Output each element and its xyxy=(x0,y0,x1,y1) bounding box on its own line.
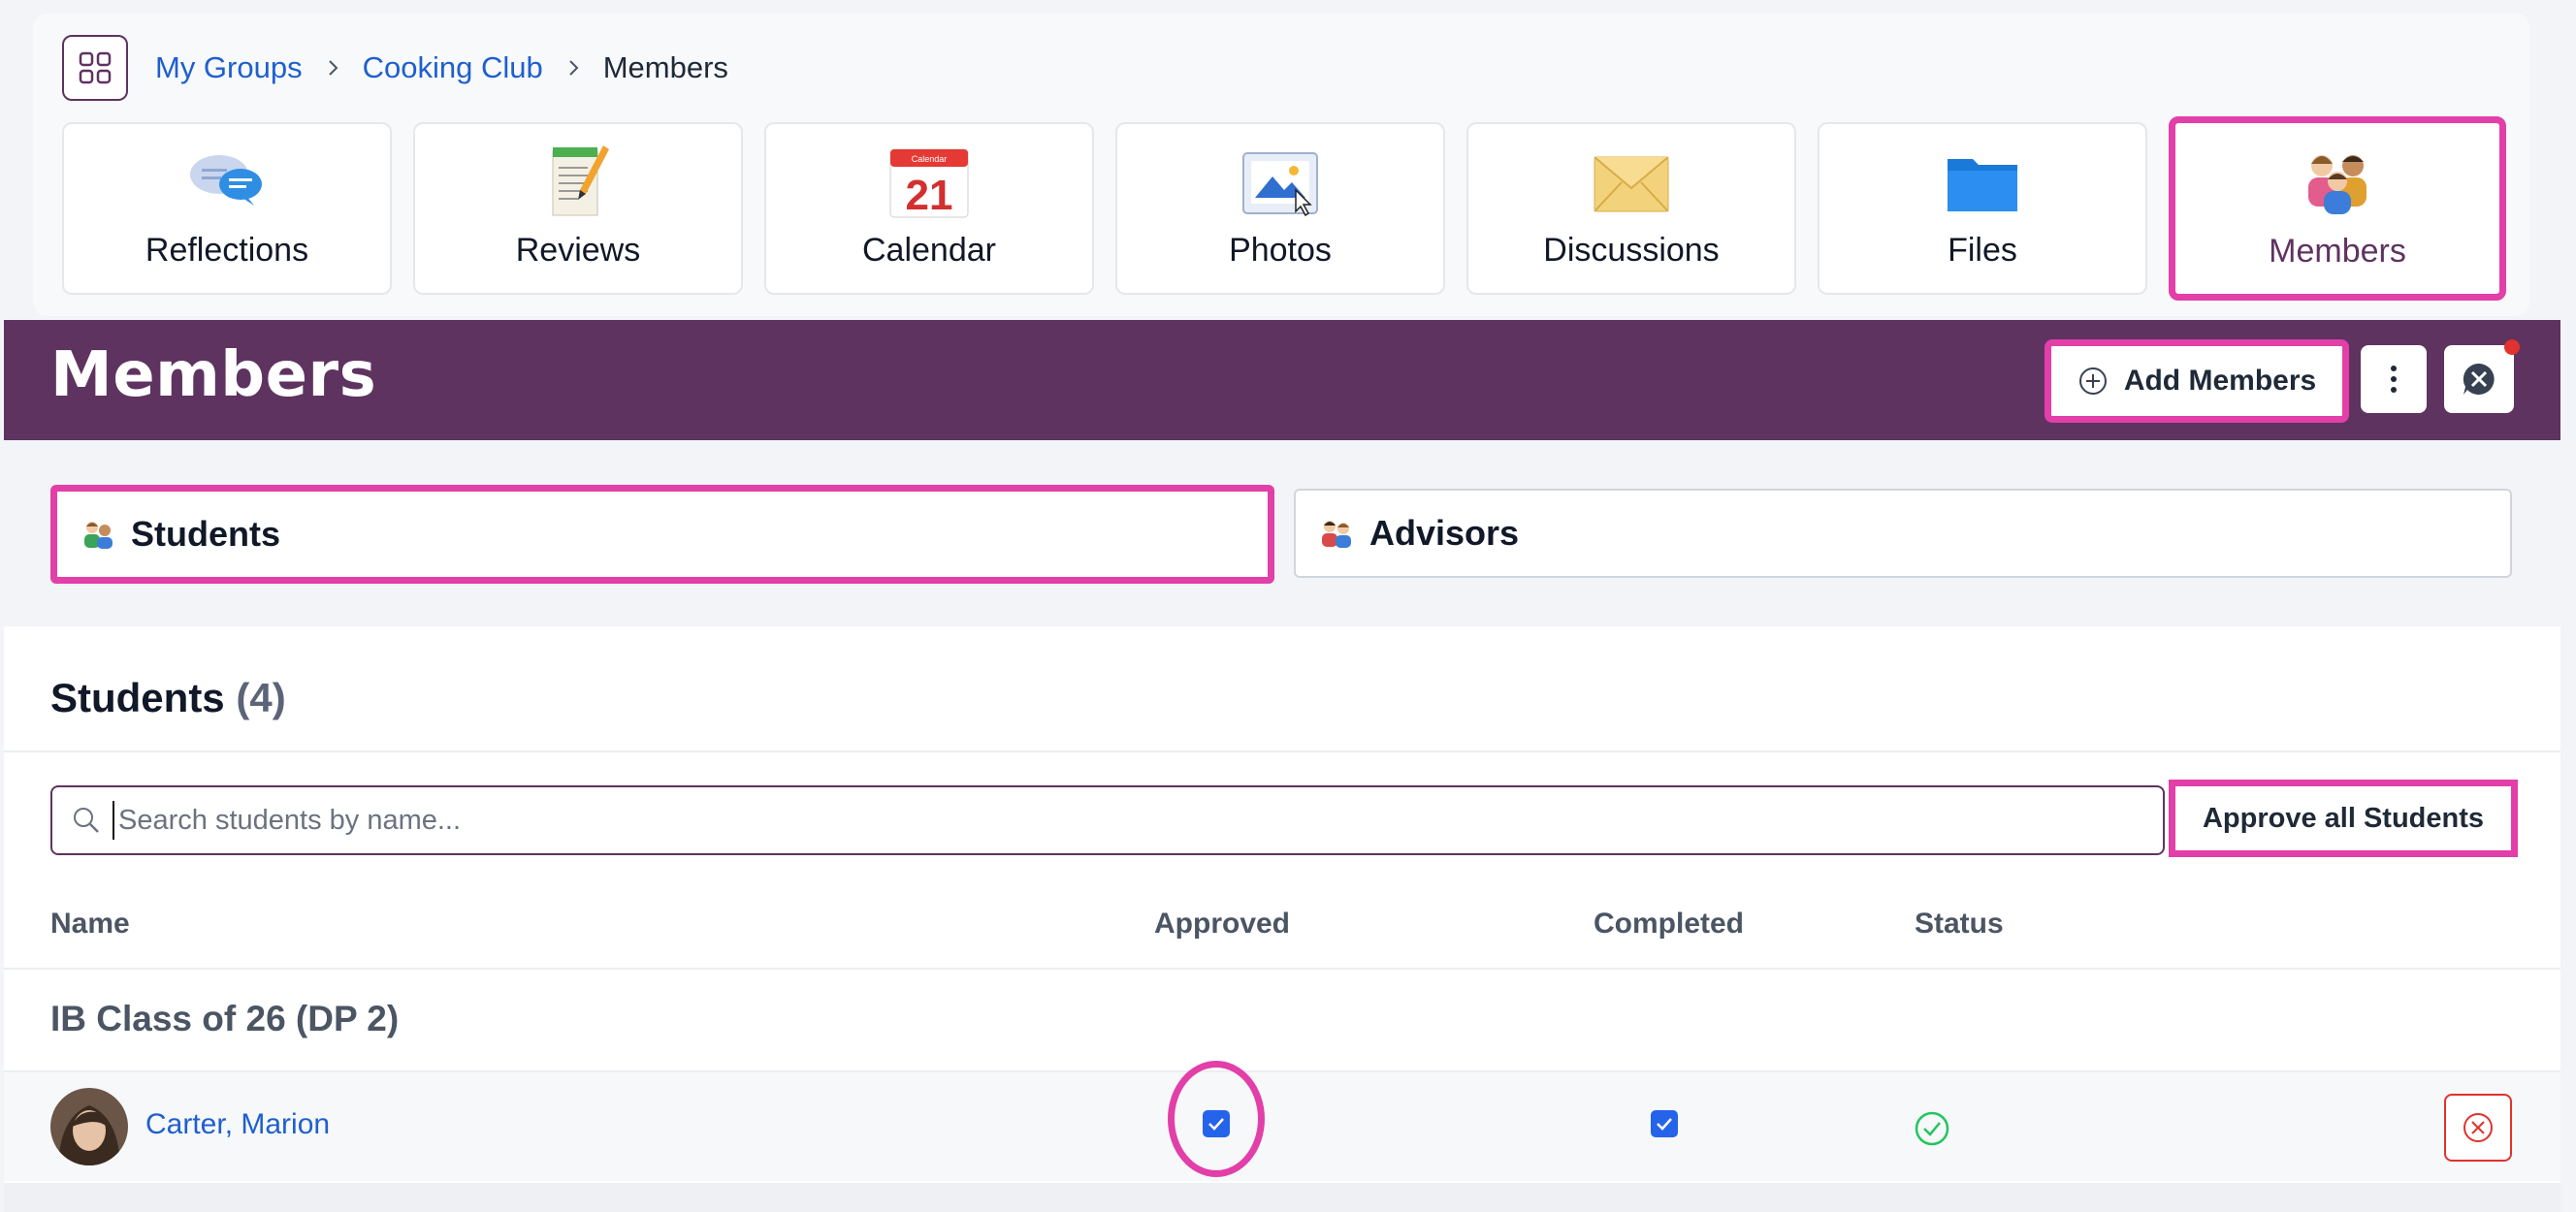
tool-label: Discussions xyxy=(1543,232,1720,269)
column-header-completed: Completed xyxy=(1594,908,1745,940)
tool-label: Reviews xyxy=(515,232,641,269)
checkmark-icon xyxy=(1657,1118,1672,1131)
breadcrumb-link-cooking-club[interactable]: Cooking Club xyxy=(363,50,543,85)
page-title: Members xyxy=(50,339,377,411)
tab-advisors[interactable]: Advisors xyxy=(1294,489,2512,578)
breadcrumb-link-my-groups[interactable]: My Groups xyxy=(155,50,303,85)
tool-label: Reflections xyxy=(145,232,309,269)
column-header-status: Status xyxy=(1915,908,2004,940)
tool-label: Photos xyxy=(1229,232,1332,269)
tab-advisors-label: Advisors xyxy=(1369,513,1520,553)
student-count: (4) xyxy=(236,675,286,720)
breadcrumb: My Groups Cooking Club Members xyxy=(155,47,728,89)
apps-grid-button[interactable] xyxy=(62,35,128,101)
tool-tile-reviews[interactable]: Reviews xyxy=(413,122,743,295)
add-members-button[interactable]: Add Members xyxy=(2045,339,2349,423)
tool-tile-reflections[interactable]: Reflections xyxy=(62,122,392,295)
envelope-icon xyxy=(1594,156,1669,212)
tool-tile-photos[interactable]: Photos xyxy=(1115,122,1445,295)
column-header-approved: Approved xyxy=(1154,908,1291,940)
table-row xyxy=(4,1072,2560,1181)
section-title-text: Students xyxy=(50,675,225,720)
tool-tile-members[interactable]: Members xyxy=(2169,116,2506,301)
tool-tile-files[interactable]: Files xyxy=(1818,122,2147,295)
grid-icon xyxy=(79,51,112,84)
students-icon xyxy=(84,522,113,549)
people-group-icon xyxy=(2308,155,2367,214)
divider xyxy=(4,968,2560,970)
speech-bubbles-icon xyxy=(190,155,262,206)
notepad-pencil-icon xyxy=(552,145,609,216)
chat-icon xyxy=(2463,363,2495,395)
section-title: Students (4) xyxy=(50,675,286,721)
tool-tile-calendar[interactable]: Calendar 21 Calendar xyxy=(764,122,1094,295)
tool-label: Calendar xyxy=(862,232,996,269)
more-options-button[interactable] xyxy=(2361,345,2427,413)
tab-students[interactable]: Students xyxy=(50,485,1274,584)
tool-label: Files xyxy=(1948,232,2017,269)
svg-text:Calendar: Calendar xyxy=(912,154,948,164)
advisors-icon xyxy=(1322,521,1351,548)
vertical-dots-icon xyxy=(2391,366,2397,393)
chat-button[interactable] xyxy=(2444,345,2514,413)
tool-tile-discussions[interactable]: Discussions xyxy=(1466,122,1796,295)
plus-circle-icon xyxy=(2078,367,2107,395)
calendar-icon: Calendar 21 xyxy=(889,148,969,219)
add-members-label: Add Members xyxy=(2123,365,2317,397)
column-header-name: Name xyxy=(50,908,130,940)
completed-checkbox[interactable] xyxy=(1651,1110,1678,1137)
avatar xyxy=(50,1088,128,1165)
divider xyxy=(4,750,2560,752)
search-field[interactable] xyxy=(50,785,2165,855)
svg-text:21: 21 xyxy=(906,172,953,219)
status-check-circle-icon xyxy=(1915,1111,1949,1146)
approved-highlight xyxy=(1168,1061,1265,1177)
breadcrumb-current: Members xyxy=(602,50,728,84)
remove-student-button[interactable] xyxy=(2444,1094,2512,1162)
group-heading: IB Class of 26 (DP 2) xyxy=(50,999,400,1038)
tool-label: Members xyxy=(2269,233,2406,270)
close-circle-icon xyxy=(2463,1113,2493,1142)
search-icon xyxy=(74,808,99,833)
chevron-right-icon xyxy=(569,60,579,76)
search-input[interactable] xyxy=(113,801,2163,840)
folder-icon xyxy=(1948,159,2017,211)
table-row xyxy=(4,1183,2560,1212)
approve-all-students-button[interactable]: Approve all Students xyxy=(2169,780,2518,857)
tab-students-label: Students xyxy=(131,514,281,554)
photo-icon xyxy=(1242,152,1318,217)
chevron-right-icon xyxy=(328,60,338,76)
student-name-link[interactable]: Carter, Marion xyxy=(145,1108,330,1141)
notification-dot xyxy=(2504,339,2520,355)
